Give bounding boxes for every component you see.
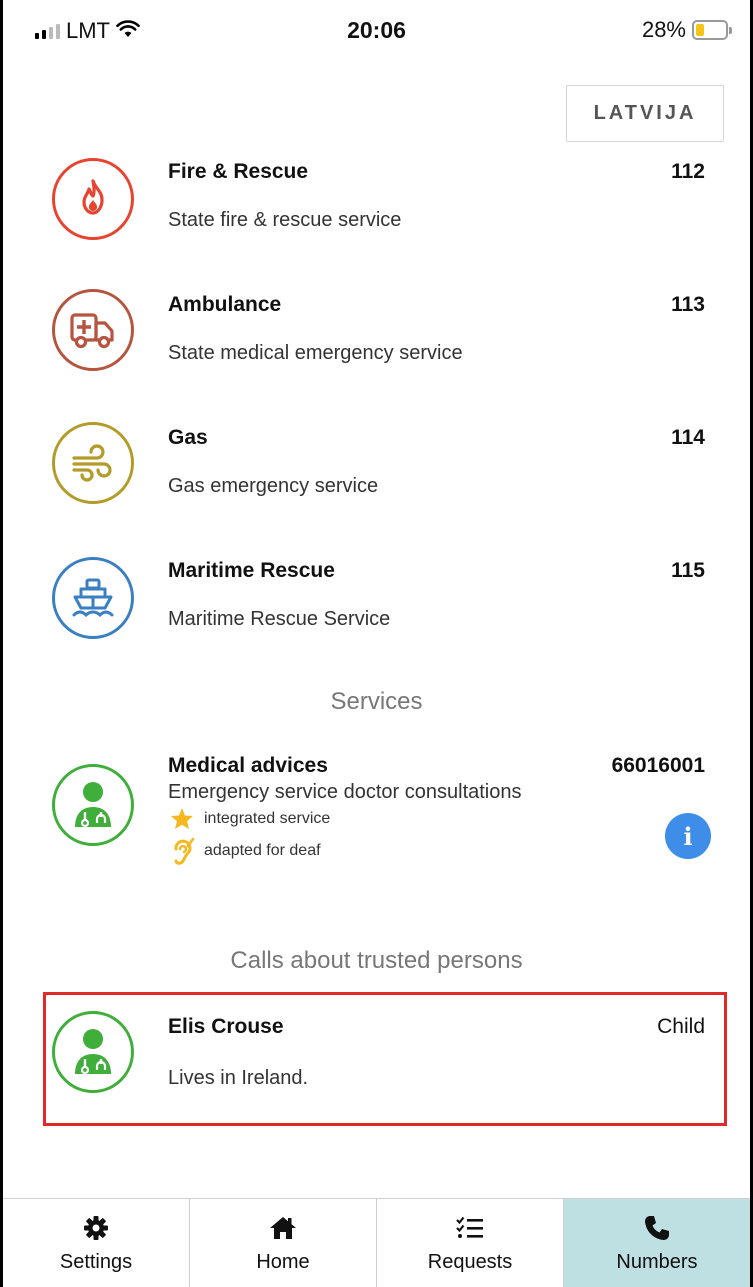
status-bar: LMT 20:06 28% — [3, 0, 750, 56]
feature-integrated: integrated service — [168, 807, 330, 830]
fire-icon — [52, 158, 134, 240]
tab-home[interactable]: Home — [190, 1199, 377, 1287]
person-name: Elis Crouse — [168, 1015, 284, 1038]
doctor-icon — [52, 764, 134, 846]
checklist-icon — [456, 1213, 484, 1243]
tab-label: Requests — [427, 1250, 513, 1273]
tab-bar: Settings Home Requests Numbers — [3, 1198, 750, 1287]
service-subtitle: State medical emergency service — [168, 342, 463, 364]
feature-deaf: adapted for deaf — [168, 837, 321, 865]
service-subtitle: Gas emergency service — [168, 475, 379, 497]
services-heading: Services — [330, 688, 423, 715]
service-number[interactable]: 113 — [671, 293, 705, 317]
service-subtitle: Maritime Rescue Service — [168, 608, 391, 630]
tab-label: Home — [256, 1250, 310, 1273]
wind-icon — [52, 422, 134, 504]
person-note: Lives in Ireland. — [168, 1067, 309, 1089]
service-number[interactable]: 114 — [671, 426, 705, 450]
app-screen: LMT 20:06 28% LATVIJA Fire & Rescue Stat… — [0, 0, 753, 1287]
service-number[interactable]: 66016001 — [612, 754, 705, 778]
feature-label: adapted for deaf — [204, 842, 321, 859]
service-number[interactable]: 115 — [671, 559, 705, 583]
emergency-item-maritime[interactable]: Maritime Rescue Maritime Rescue Service … — [3, 544, 750, 664]
service-title: Medical advices — [168, 754, 328, 777]
service-item-medical[interactable]: Medical advices Emergency service doctor… — [3, 745, 750, 885]
service-number[interactable]: 112 — [671, 160, 705, 184]
ambulance-icon — [52, 289, 134, 371]
home-icon — [269, 1213, 297, 1243]
emergency-item-gas[interactable]: Gas Gas emergency service 114 — [3, 411, 750, 531]
tab-requests[interactable]: Requests — [377, 1199, 564, 1287]
ship-icon — [52, 557, 134, 639]
service-subtitle: State fire & rescue service — [168, 209, 402, 231]
star-icon — [168, 807, 196, 830]
service-title: Ambulance — [168, 293, 282, 316]
deaf-icon — [168, 837, 196, 865]
phone-icon — [644, 1213, 670, 1243]
emergency-item-ambulance[interactable]: Ambulance State medical emergency servic… — [3, 278, 750, 398]
doctor-icon — [52, 1011, 134, 1093]
country-selector-button[interactable]: LATVIJA — [566, 85, 724, 142]
service-title: Maritime Rescue — [168, 559, 335, 582]
service-title: Gas — [168, 426, 208, 449]
status-time: 20:06 — [347, 17, 406, 43]
trusted-person-item[interactable]: Elis Crouse Lives in Ireland. Child — [3, 1000, 750, 1120]
trusted-heading: Calls about trusted persons — [230, 947, 523, 974]
emergency-item-fire[interactable]: Fire & Rescue State fire & rescue servic… — [3, 145, 750, 265]
info-button[interactable]: i — [665, 813, 711, 859]
feature-label: integrated service — [204, 809, 331, 827]
person-relation: Child — [657, 1015, 705, 1038]
status-right: 28% — [641, 17, 732, 43]
tab-label: Numbers — [616, 1250, 698, 1273]
tab-settings[interactable]: Settings — [3, 1199, 190, 1287]
service-subtitle: Emergency service doctor consultations — [168, 781, 522, 803]
service-title: Fire & Rescue — [168, 160, 309, 183]
battery-icon — [692, 20, 732, 40]
battery-percent: 28% — [641, 17, 686, 42]
gear-icon — [83, 1213, 109, 1243]
tab-numbers[interactable]: Numbers — [564, 1199, 750, 1287]
tab-label: Settings — [59, 1250, 133, 1273]
